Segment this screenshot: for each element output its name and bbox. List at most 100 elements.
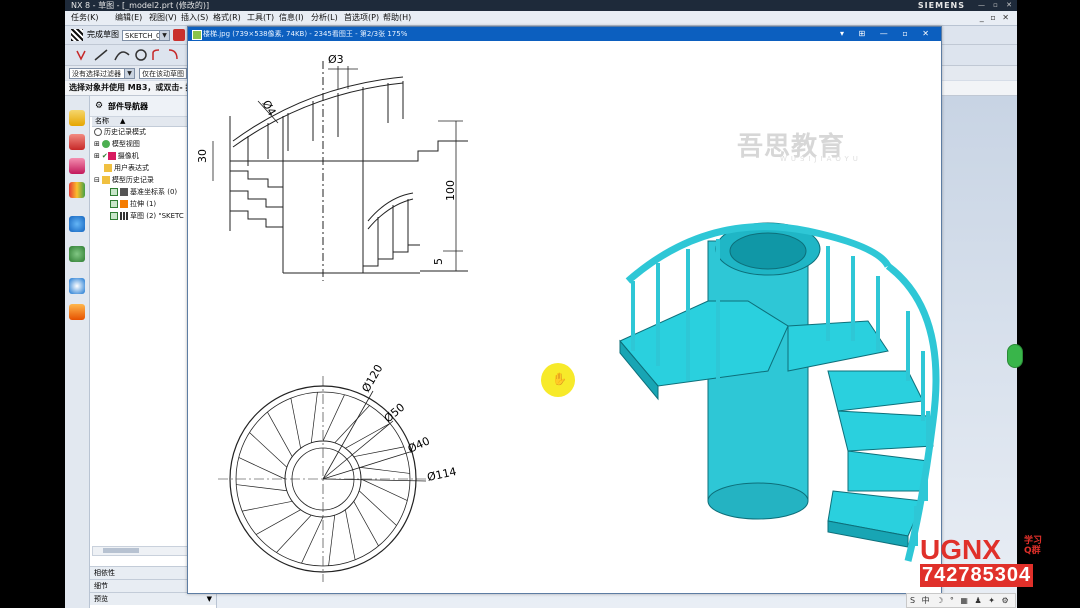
tread-line (276, 514, 312, 553)
menu-item-analysis[interactable]: 分析(L) (311, 11, 338, 25)
expand-icon[interactable]: ⊞ (94, 140, 100, 148)
sketch-name-select[interactable]: SKETCH_001 ▼ (122, 30, 170, 41)
tree-node-model-history[interactable]: ⊟ 模型历史记录 (94, 174, 154, 186)
tread-line (358, 490, 397, 526)
dim-diameter-3: Ø3 (328, 53, 344, 66)
reuse-library-icon[interactable] (69, 182, 85, 198)
tree-label: 模型历史记录 (111, 176, 154, 184)
ime-toolbar[interactable]: S 中 ☽ ° ▦ ♟ ✦ ⚙ (906, 593, 1016, 608)
tread-line (255, 509, 301, 535)
expand-icon[interactable]: ⊞ (94, 152, 100, 160)
resource-bar (65, 96, 90, 608)
dim-height-100: 100 (444, 180, 457, 201)
tree-node-extrude[interactable]: 拉伸 (1) (110, 198, 156, 210)
tread-line (360, 478, 408, 501)
curve-tools-icons[interactable] (73, 45, 193, 65)
menu-item-task[interactable]: 任务(K) (71, 11, 99, 25)
dim-diameter-4: Ø4 (259, 98, 278, 118)
dim-height-5: 5 (432, 258, 445, 265)
clock-icon (94, 128, 102, 136)
inner-window-controls[interactable]: _ ▫ ✕ (980, 11, 1011, 25)
checkbox-icon[interactable] (110, 188, 118, 196)
elevation-view (229, 61, 468, 281)
promo-tag: 学习Q群 (1024, 536, 1043, 556)
tread-line (301, 516, 324, 564)
viewer-title: 楼梯.jpg (739×538像素, 74KB) - 2345看图王 - 第2/… (203, 30, 408, 38)
tread-line (353, 446, 404, 458)
csys-icon (120, 188, 128, 196)
chevron-down-icon[interactable]: ▼ (124, 69, 134, 78)
history-icon[interactable] (69, 246, 85, 262)
chevron-down-icon[interactable]: ▼ (159, 31, 169, 40)
chevron-down-icon[interactable]: ▼ (207, 593, 212, 605)
promo-qq: 742785304 (920, 564, 1034, 587)
menu-item-preferences[interactable]: 首选项(P) (344, 11, 379, 25)
viewer-title-bar[interactable]: 楼梯.jpg (739×538像素, 74KB) - 2345看图王 - 第2/… (188, 27, 941, 41)
viewer-controls[interactable]: ▾ ⊞ — ▫ ✕ (840, 27, 935, 41)
menu-item-info[interactable]: 信息(I) (279, 11, 304, 25)
orient-view-icon[interactable] (173, 29, 185, 41)
tree-label: 摄像机 (117, 152, 139, 160)
tread-line (267, 411, 293, 457)
menu-item-view[interactable]: 视图(V) (149, 11, 177, 25)
tree-node-cameras[interactable]: ⊞ ✔ 摄像机 (94, 150, 139, 162)
sort-up-icon[interactable]: ▲ (120, 117, 125, 126)
assembly-navigator-icon[interactable] (69, 110, 85, 126)
tree-node-sketch[interactable]: 草图 (2) "SKETC (110, 210, 184, 222)
checkbox-icon[interactable] (110, 200, 118, 208)
roles-icon[interactable] (69, 304, 85, 320)
tread-line (310, 392, 318, 443)
panel-label: 相依性 (94, 569, 115, 577)
sketch-icon (120, 212, 128, 220)
title-bar: NX 8 - 草图 - [_model2.prt (修改的)] SIEMENS … (65, 0, 1017, 11)
dim-diameter-114: Ø114 (426, 465, 458, 484)
checkbox-icon[interactable] (110, 212, 118, 220)
promo-brand: UGNX (920, 534, 1001, 565)
column-name[interactable]: 名称 (95, 117, 109, 126)
watermark-subtitle: WUSIJIAOYU (780, 155, 862, 163)
floating-side-button[interactable] (1007, 344, 1023, 368)
tree-label: 历史记录模式 (104, 128, 146, 136)
tree-label: 拉伸 (1) (130, 200, 157, 208)
menu-item-help[interactable]: 帮助(H) (383, 11, 411, 25)
image-canvas[interactable]: Ø3 Ø4 30 100 5 Ø120 Ø50 Ø40 Ø114 (188, 41, 941, 593)
folder-icon (101, 176, 110, 184)
navigator-title: 部件导航器 (108, 102, 148, 111)
dim-diameter-50: Ø50 (382, 401, 408, 426)
finish-sketch-icon[interactable] (71, 29, 83, 41)
collapse-icon[interactable]: ⊟ (94, 176, 100, 184)
menu-item-insert[interactable]: 插入(S) (181, 11, 208, 25)
views-icon (101, 140, 110, 148)
menu-item-edit[interactable]: 编辑(E) (115, 11, 142, 25)
web-browser-icon[interactable] (69, 216, 85, 232)
tread-line (249, 432, 288, 468)
window-title: NX 8 - 草图 - [_model2.prt (修改的)] (71, 1, 210, 10)
constraint-navigator-icon[interactable] (69, 134, 85, 150)
part-navigator-icon[interactable] (69, 158, 85, 174)
finish-sketch-button[interactable]: 完成草图 (87, 26, 119, 44)
tree-node-datum-csys[interactable]: 基准坐标系 (0) (110, 186, 177, 198)
tread-line (353, 501, 379, 547)
menu-item-format[interactable]: 格式(R) (213, 11, 241, 25)
tree-node-history-mode[interactable]: 历史记录模式 (94, 126, 146, 138)
brand-label: SIEMENS (917, 1, 965, 10)
staircase-drawing: Ø3 Ø4 30 100 5 Ø120 Ø50 Ø40 Ø114 (196, 53, 940, 582)
hand-cursor-icon: ✋ (552, 372, 567, 386)
tread-line (290, 398, 302, 449)
tread-line (322, 394, 345, 442)
type-filter-select[interactable]: 没有选择过滤器 ▼ (69, 68, 135, 79)
tread-line (359, 466, 410, 474)
window-controls[interactable]: — ▫ ✕ (978, 1, 1015, 9)
clock-icon[interactable] (69, 278, 85, 294)
tread-line (236, 484, 287, 492)
scope-filter-select[interactable]: 仅在该动草图内 (139, 68, 187, 89)
tread-line (328, 515, 336, 566)
image-icon (192, 30, 202, 40)
tree-node-user-expressions[interactable]: 用户表达式 (94, 162, 149, 174)
menu-item-tools[interactable]: 工具(T) (247, 11, 274, 25)
tread-line (242, 500, 293, 512)
tree-label: 用户表达式 (114, 164, 149, 172)
scrollbar-thumb[interactable] (103, 548, 139, 553)
tree-node-model-views[interactable]: ⊞ 模型视图 (94, 138, 140, 150)
folder-icon (104, 164, 112, 172)
